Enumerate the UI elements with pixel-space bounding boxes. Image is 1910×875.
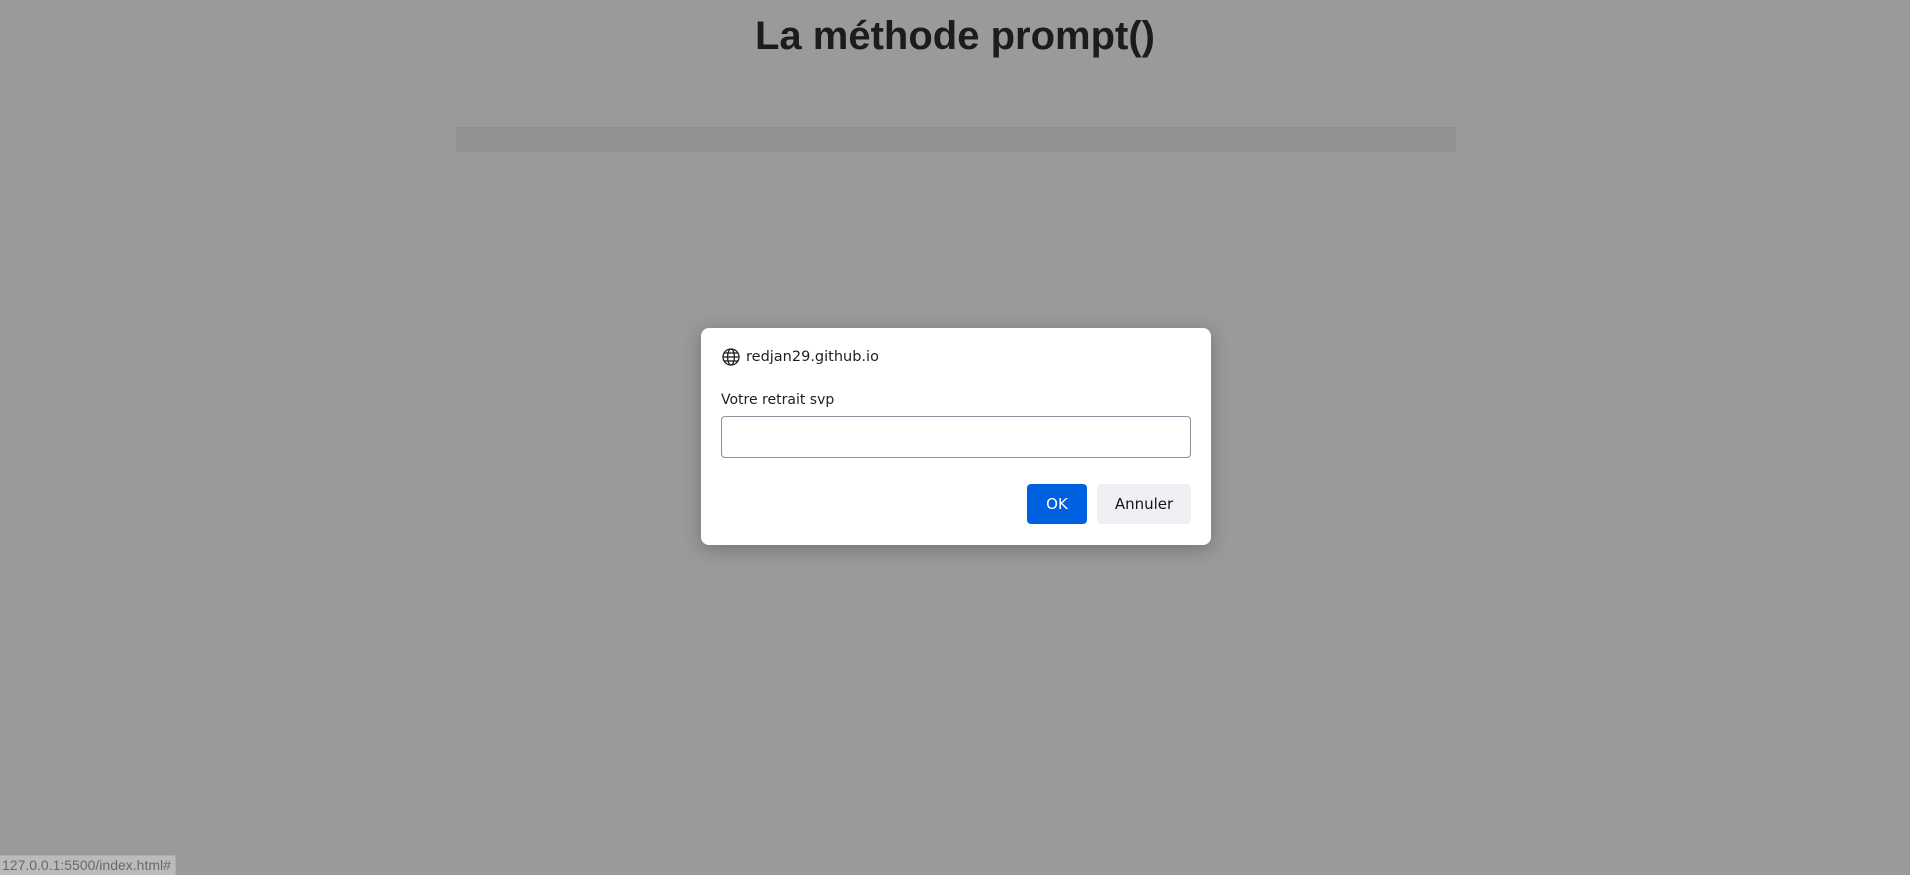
globe-icon — [721, 347, 741, 367]
dialog-origin: redjan29.github.io — [721, 347, 879, 367]
prompt-input[interactable] — [721, 416, 1191, 458]
prompt-dialog: redjan29.github.io Votre retrait svp OK … — [701, 328, 1211, 545]
status-bar-url: 127.0.0.1:5500/index.html# — [0, 855, 176, 875]
cancel-button[interactable]: Annuler — [1097, 484, 1191, 524]
dialog-message: Votre retrait svp — [721, 392, 835, 408]
ok-button[interactable]: OK — [1027, 484, 1087, 524]
dialog-origin-text: redjan29.github.io — [746, 349, 879, 365]
